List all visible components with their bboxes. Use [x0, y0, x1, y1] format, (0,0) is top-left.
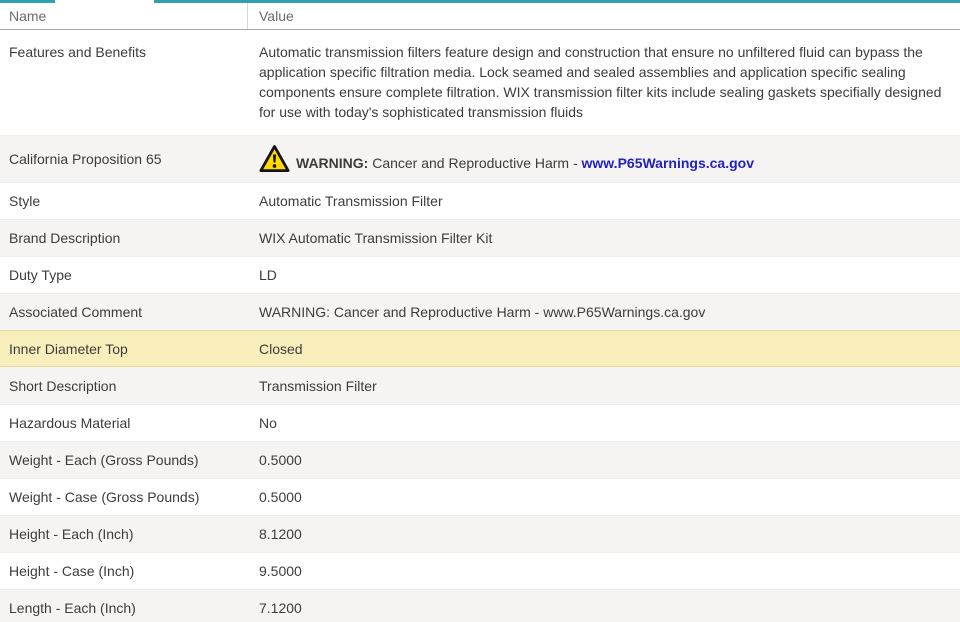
warning-triangle-icon — [259, 144, 290, 173]
column-header-name[interactable]: Name — [0, 3, 247, 29]
row-name: Hazardous Material — [0, 405, 247, 441]
top-accent-bar-right — [154, 0, 960, 3]
table-row[interactable]: California Proposition 65 WARNING: Cance… — [0, 135, 960, 182]
row-value: WARNING: Cancer and Reproductive Harm - … — [247, 294, 960, 330]
row-value: WIX Automatic Transmission Filter Kit — [247, 220, 960, 256]
row-value: LD — [247, 257, 960, 293]
row-name: Inner Diameter Top — [0, 331, 247, 366]
row-value: Closed — [247, 331, 960, 366]
row-value: 7.1200 — [247, 590, 960, 622]
row-name: Height - Case (Inch) — [0, 553, 247, 589]
warning-message: WARNING: Cancer and Reproductive Harm - … — [296, 153, 754, 173]
row-value: Transmission Filter — [247, 367, 960, 404]
column-header-value[interactable]: Value — [247, 3, 960, 29]
table-row[interactable]: Duty Type LD — [0, 256, 960, 293]
row-name: Duty Type — [0, 257, 247, 293]
table-row[interactable]: Features and Benefits Automatic transmis… — [0, 30, 960, 135]
row-value: 0.5000 — [247, 479, 960, 515]
table-row[interactable]: Length - Each (Inch) 7.1200 — [0, 589, 960, 622]
row-value: WARNING: Cancer and Reproductive Harm - … — [247, 136, 960, 182]
row-value: No — [247, 405, 960, 441]
row-name: Style — [0, 183, 247, 219]
table-row-highlighted[interactable]: Inner Diameter Top Closed — [0, 330, 960, 367]
row-name: Short Description — [0, 367, 247, 404]
row-value: Automatic transmission filters feature d… — [247, 30, 960, 135]
row-name: Weight - Case (Gross Pounds) — [0, 479, 247, 515]
table-row[interactable]: Short Description Transmission Filter — [0, 367, 960, 404]
table-header: Name Value — [0, 3, 960, 30]
row-name: California Proposition 65 — [0, 136, 247, 182]
row-value: Automatic Transmission Filter — [247, 183, 960, 219]
table-row[interactable]: Hazardous Material No — [0, 404, 960, 441]
table-row[interactable]: Weight - Case (Gross Pounds) 0.5000 — [0, 478, 960, 515]
row-value: 0.5000 — [247, 442, 960, 478]
table-row[interactable]: Weight - Each (Gross Pounds) 0.5000 — [0, 441, 960, 478]
table-row[interactable]: Height - Case (Inch) 9.5000 — [0, 552, 960, 589]
row-name: Length - Each (Inch) — [0, 590, 247, 622]
table-row[interactable]: Associated Comment WARNING: Cancer and R… — [0, 293, 960, 330]
spec-table: Features and Benefits Automatic transmis… — [0, 30, 960, 622]
table-row[interactable]: Style Automatic Transmission Filter — [0, 182, 960, 219]
row-name: Brand Description — [0, 220, 247, 256]
row-name: Features and Benefits — [0, 30, 247, 135]
top-accent-bar-left — [0, 0, 55, 3]
p65-warnings-link[interactable]: www.P65Warnings.ca.gov — [582, 155, 754, 171]
row-name: Height - Each (Inch) — [0, 516, 247, 552]
row-name: Weight - Each (Gross Pounds) — [0, 442, 247, 478]
top-accent-bar — [0, 0, 960, 3]
warning-label: WARNING: — [296, 155, 368, 171]
table-row[interactable]: Height - Each (Inch) 8.1200 — [0, 515, 960, 552]
row-value: 9.5000 — [247, 553, 960, 589]
row-name: Associated Comment — [0, 294, 247, 330]
row-value: 8.1200 — [247, 516, 960, 552]
warning-text: Cancer and Reproductive Harm - — [368, 155, 581, 171]
table-row[interactable]: Brand Description WIX Automatic Transmis… — [0, 219, 960, 256]
